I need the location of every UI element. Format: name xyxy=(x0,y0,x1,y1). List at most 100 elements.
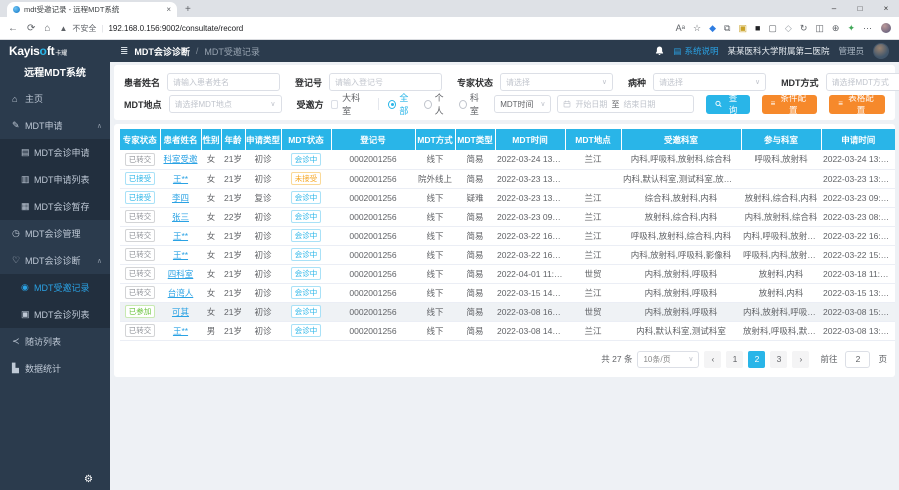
patient-name-link[interactable]: 张三 xyxy=(172,212,189,222)
disease-label: 病种 xyxy=(628,76,646,89)
page-button-3[interactable]: 3 xyxy=(770,351,787,368)
notification-bell-icon[interactable] xyxy=(655,46,664,56)
window-maximize-button[interactable]: □ xyxy=(847,4,873,13)
cell-mdt-status: 会诊中 xyxy=(281,150,331,169)
cell-patient-name: 可其 xyxy=(160,302,201,321)
patient-name-link[interactable]: 可其 xyxy=(172,307,189,317)
register-no-label: 登记号 xyxy=(295,76,322,89)
big-dept-checkbox-label[interactable]: 大科室 xyxy=(342,91,363,117)
sidebar-item-MDT会诊管理[interactable]: ◷MDT会诊管理 xyxy=(0,220,110,247)
chevron-up-icon: ∧ xyxy=(97,257,102,265)
mdt-place-select[interactable]: 请选择MDT地点∨ xyxy=(169,95,282,113)
patient-name-link[interactable]: 王** xyxy=(173,231,188,241)
browser-toolbar-icon[interactable]: ▣ xyxy=(738,24,747,33)
tab-close-icon[interactable]: × xyxy=(166,5,171,14)
browser-toolbar-icon[interactable]: ◫ xyxy=(815,24,824,33)
filter-panel: 患者姓名 请输入患者姓名 登记号 请输入登记号 专家状态 请选择∨ 病种 xyxy=(114,65,895,120)
radio-全部[interactable]: 全部 xyxy=(388,91,414,117)
cell-register-no: 0002001256 xyxy=(331,283,415,302)
patient-name-link[interactable]: 李四 xyxy=(172,193,189,203)
system-help-link[interactable]: ▤ 系统说明 xyxy=(673,45,718,57)
disease-select[interactable]: 请选择∨ xyxy=(653,73,766,91)
refresh-icon[interactable]: ⟳ xyxy=(27,23,35,34)
expert-status-badge: 已接受 xyxy=(125,172,156,185)
time-type-select[interactable]: MDT时间∨ xyxy=(494,95,551,113)
cell-apply-type: 初诊 xyxy=(245,207,281,226)
expert-status-select[interactable]: 请选择∨ xyxy=(500,73,613,91)
sidebar-item-MDT会诊列表[interactable]: ▣MDT会诊列表 xyxy=(0,301,110,328)
goto-page-input[interactable] xyxy=(845,351,870,368)
user-avatar[interactable] xyxy=(873,43,889,59)
browser-toolbar-icon[interactable]: ↻ xyxy=(800,24,808,33)
sidebar-item-MDT申请列表[interactable]: ▥MDT申请列表 xyxy=(0,166,110,193)
cell-age: 21岁 xyxy=(221,150,245,169)
browser-toolbar-icon[interactable]: ◇ xyxy=(785,24,792,33)
page-button-2[interactable]: 2 xyxy=(748,351,765,368)
cell-mdt-place: 世贸 xyxy=(565,264,621,283)
patient-name-placeholder: 请输入患者姓名 xyxy=(173,77,274,88)
goto-suffix: 页 xyxy=(878,353,887,365)
home-icon[interactable]: ⌂ xyxy=(44,23,50,34)
patient-name-link[interactable]: 四科室 xyxy=(168,269,194,279)
browser-toolbar-icon[interactable]: ✦ xyxy=(847,24,855,33)
radio-个人[interactable]: 个人 xyxy=(424,91,450,117)
cell-age: 21岁 xyxy=(221,226,245,245)
sidebar-item-主页[interactable]: ⌂主页 xyxy=(0,85,110,112)
browser-toolbar-icon[interactable]: ◆ xyxy=(709,24,716,33)
window-close-button[interactable]: × xyxy=(873,4,899,13)
new-tab-button[interactable]: + xyxy=(185,3,191,17)
sidebar-item-随访列表[interactable]: ≺随访列表 xyxy=(0,328,110,355)
browser-toolbar-icon[interactable]: ☆ xyxy=(693,24,701,33)
condition-config-button[interactable]: ≡ 条件配置 xyxy=(762,95,818,114)
mdt-mode-select[interactable]: 请选择MDT方式∨ xyxy=(826,73,899,91)
back-icon[interactable]: ← xyxy=(8,23,18,34)
sidebar-item-MDT会诊暂存[interactable]: ▦MDT会诊暂存 xyxy=(0,193,110,220)
cell-apply-type: 初诊 xyxy=(245,226,281,245)
browser-toolbar-icon[interactable]: ▢ xyxy=(768,24,777,33)
cell-gender: 女 xyxy=(201,264,221,283)
sidebar-item-MDT受邀记录[interactable]: ◉MDT受邀记录 xyxy=(0,274,110,301)
patient-name-link[interactable]: 王** xyxy=(173,250,188,260)
patient-name-link[interactable]: 王** xyxy=(173,326,188,336)
expert-status-badge: 已转交 xyxy=(125,324,156,337)
browser-toolbar-icon[interactable]: Aᵃ xyxy=(676,24,685,33)
cell-patient-name: 台湾人 xyxy=(160,283,201,302)
browser-toolbar-icon[interactable]: ⧉ xyxy=(724,24,730,33)
cell-age: 21岁 xyxy=(221,245,245,264)
search-button[interactable]: 查询 xyxy=(706,95,749,114)
patient-name-link[interactable]: 科室受邀 xyxy=(163,154,197,164)
window-minimize-button[interactable]: – xyxy=(821,4,847,13)
browser-toolbar-icon[interactable]: ⊕ xyxy=(832,24,840,33)
page-button-1[interactable]: 1 xyxy=(726,351,743,368)
browser-toolbar-icon[interactable]: ⋯ xyxy=(863,24,872,33)
sidebar-item-MDT会诊申请[interactable]: ▤MDT会诊申请 xyxy=(0,139,110,166)
sidebar-item-MDT申请[interactable]: ✎MDT申请∧ xyxy=(0,112,110,139)
url-field[interactable]: ▲ 不安全 | 192.168.0.156:9002/consultate/re… xyxy=(59,23,666,34)
sidebar-item-数据统计[interactable]: ▙数据统计 xyxy=(0,355,110,382)
prev-page-button[interactable]: ‹ xyxy=(704,351,721,368)
page-size-select[interactable]: 10条/页 ∨ xyxy=(637,351,699,368)
register-no-input[interactable]: 请输入登记号 xyxy=(329,73,442,91)
cell-invited-depts: 内科,放射科,呼吸科 xyxy=(621,302,741,321)
system-help-label: 系统说明 xyxy=(684,45,718,57)
cell-apply-type: 复诊 xyxy=(245,188,281,207)
consult-list-icon: ▣ xyxy=(21,309,34,320)
browser-tab[interactable]: mdt受邀记录 - 远程MDT系统 × xyxy=(7,2,177,17)
cell-gender: 女 xyxy=(201,150,221,169)
browser-toolbar-icon[interactable]: ■ xyxy=(755,24,760,33)
radio-科室[interactable]: 科室 xyxy=(459,91,485,117)
cell-age: 21岁 xyxy=(221,169,245,188)
settings-gear-icon[interactable]: ⚙ xyxy=(84,474,93,485)
patient-name-link[interactable]: 台湾人 xyxy=(168,288,194,298)
table-config-button[interactable]: ≡ 表格配置 xyxy=(829,95,885,114)
patient-name-link[interactable]: 王** xyxy=(173,174,188,184)
mdt-status-badge: 会诊中 xyxy=(291,210,322,223)
patient-name-input[interactable]: 请输入患者姓名 xyxy=(167,73,280,91)
date-range-input[interactable]: 开始日期 至 结束日期 xyxy=(557,95,694,113)
big-dept-checkbox[interactable] xyxy=(331,100,339,109)
breadcrumb-current: MDT受邀记录 xyxy=(204,45,260,58)
collapse-menu-icon[interactable]: ≣ xyxy=(120,46,128,57)
sidebar-item-MDT会诊诊断[interactable]: ♡MDT会诊诊断∧ xyxy=(0,247,110,274)
browser-profile-avatar[interactable] xyxy=(881,23,891,33)
next-page-button[interactable]: › xyxy=(792,351,809,368)
